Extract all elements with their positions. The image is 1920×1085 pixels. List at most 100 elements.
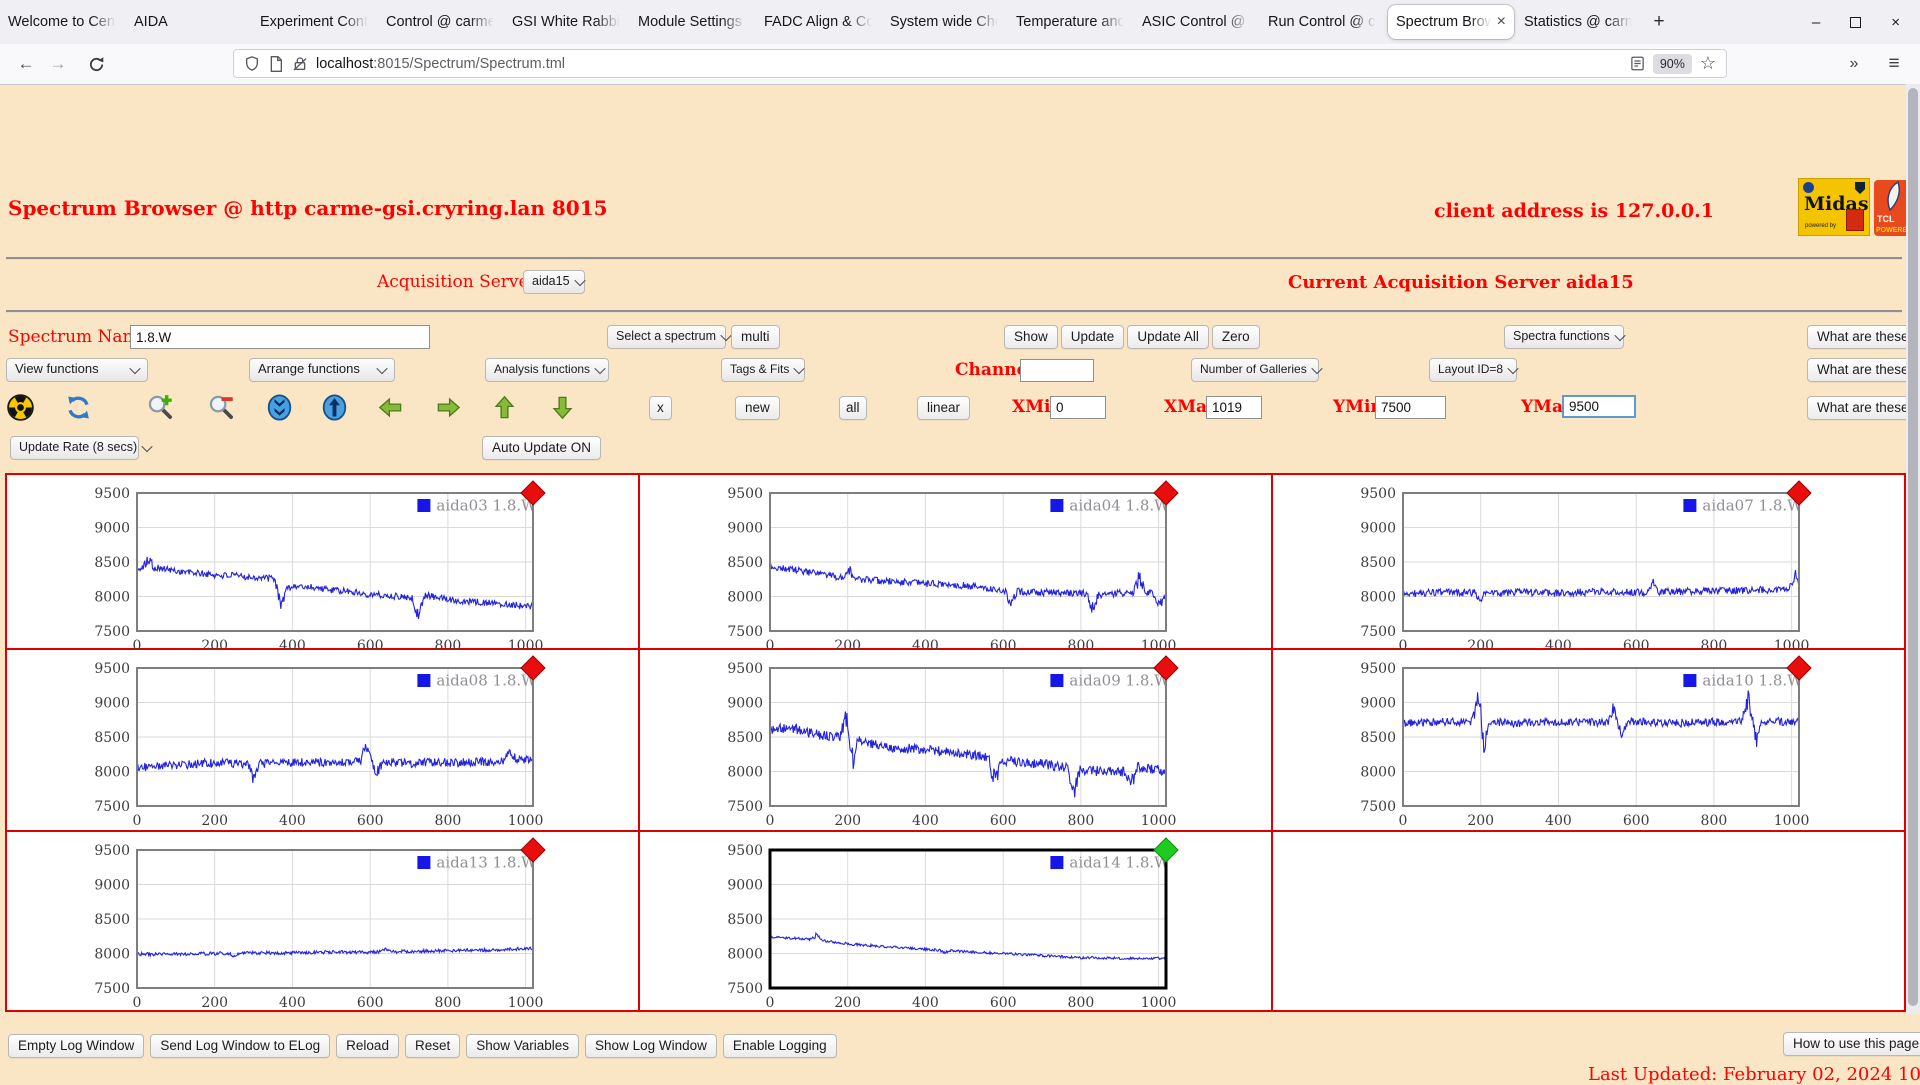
arrow-down-icon[interactable] (549, 394, 576, 421)
spectrum-chart-aida10[interactable]: 7500 8000 8500 9000 9500 0 200 400 600 800 1000 aid… (1339, 654, 1841, 832)
tab-close-icon[interactable]: × (1497, 14, 1506, 30)
forward-button[interactable]: → (44, 44, 72, 84)
scrollbar-thumb[interactable] (1908, 88, 1918, 1006)
zero-button[interactable]: Zero (1211, 325, 1260, 349)
empty-log-window-button[interactable]: Empty Log Window (8, 1034, 145, 1058)
radiation-icon[interactable] (7, 394, 34, 421)
spectrum-chart-aida04[interactable]: 7500 8000 8500 9000 9500 0 200 400 600 800 1000 aid… (706, 479, 1208, 657)
send-log-window-to-elog-button[interactable]: Send Log Window to ELog (150, 1034, 331, 1058)
gallery-cell-aida07[interactable]: 7500 8000 8500 9000 9500 0 200 400 600 800 1000 aid… (1272, 474, 1905, 654)
page-scrollbar[interactable] (1906, 84, 1920, 1014)
what-are-these-button-3[interactable]: What are these? (1807, 396, 1920, 420)
zoom-out-icon[interactable] (208, 394, 235, 421)
gallery-cell-aida09[interactable]: 7500 8000 8500 9000 9500 0 200 400 600 800 1000 aid… (639, 649, 1272, 831)
what-are-these-button-1[interactable]: What are these? (1807, 325, 1920, 349)
gallery-cell-aida10[interactable]: 7500 8000 8500 9000 9500 0 200 400 600 800 1000 aid… (1272, 649, 1905, 831)
ymax-input[interactable] (1562, 395, 1636, 418)
multi-button[interactable]: multi (731, 325, 780, 349)
spectrum-chart-aida13[interactable]: 7500 8000 8500 9000 9500 0 200 400 600 800 1000 aid… (73, 836, 575, 1014)
linear-button[interactable]: linear (917, 396, 971, 420)
back-button[interactable]: ← (12, 44, 40, 84)
bookmark-star-icon[interactable]: ☆ (1700, 53, 1716, 74)
tab-fadc-align-co[interactable]: FADC Align & Co (756, 0, 882, 44)
tab-module-settings[interactable]: Module Settings (630, 0, 756, 44)
show-variables-button[interactable]: Show Variables (466, 1034, 580, 1058)
spectrum-chart-aida09[interactable]: 7500 8000 8500 9000 9500 0 200 400 600 800 1000 aid… (706, 654, 1208, 832)
gallery-cell-aida13[interactable]: 7500 8000 8500 9000 9500 0 200 400 600 800 1000 aid… (6, 831, 639, 1011)
what-are-these-button-2[interactable]: What are these? (1807, 358, 1920, 382)
app-menu-button[interactable]: ≡ (1880, 44, 1908, 84)
refresh-icon[interactable] (65, 394, 92, 421)
window-minimize-button[interactable]: – (1812, 14, 1820, 31)
spectrum-chart-aida08[interactable]: 7500 8000 8500 9000 9500 0 200 400 600 800 1000 aid… (73, 654, 575, 832)
url-text[interactable]: localhost:8015/Spectrum/Spectrum.tml (316, 56, 565, 72)
window-maximize-button[interactable] (1850, 16, 1862, 28)
analysis-functions-dropdown[interactable]: Analysis functions (485, 358, 609, 382)
view-functions-dropdown[interactable]: View functions (6, 358, 148, 382)
gallery-cell-aida14[interactable]: 7500 8000 8500 9000 9500 0 200 400 600 800 1000 aid… (639, 831, 1272, 1011)
tab-label: Experiment Contr (260, 14, 370, 30)
overflow-menu-button[interactable]: » (1840, 44, 1868, 84)
reset-button[interactable]: Reset (404, 1034, 461, 1058)
enable-logging-button[interactable]: Enable Logging (722, 1034, 837, 1058)
gallery-cell-aida03[interactable]: 7500 8000 8500 9000 9500 0 200 400 600 800 1000 aid… (6, 474, 639, 654)
zoom-in-icon[interactable] (147, 394, 174, 421)
svg-text:8500: 8500 (727, 912, 763, 928)
arrow-up-icon[interactable] (491, 394, 518, 421)
select-spectrum-dropdown[interactable]: Select a spectrum (607, 325, 732, 349)
tab-temperature-and[interactable]: Temperature and (1008, 0, 1134, 44)
zoom-level-badge[interactable]: 90% (1652, 53, 1692, 74)
number-of-galleries-dropdown[interactable]: Number of Galleries (1191, 358, 1323, 382)
how-to-use-button[interactable]: How to use this page (1783, 1032, 1920, 1056)
shrink-y-icon[interactable] (266, 394, 293, 421)
spectrum-chart-aida03[interactable]: 7500 8000 8500 9000 9500 0 200 400 600 800 1000 aid… (73, 479, 575, 657)
midas-logo[interactable]: Midas powered by (1798, 178, 1870, 236)
tab-welcome-to-cent[interactable]: Welcome to Cent (0, 0, 126, 44)
reader-view-icon[interactable] (1630, 56, 1645, 71)
tab-system-wide-che[interactable]: System wide Che (882, 0, 1008, 44)
page-proxy-icon[interactable] (269, 55, 283, 72)
new-tab-button[interactable]: + (1642, 5, 1676, 39)
xmax-input[interactable] (1206, 396, 1262, 419)
layout-id-dropdown[interactable]: Layout ID=8 (1429, 358, 1519, 382)
x-axis-button[interactable]: x (649, 396, 672, 420)
tab-experiment-contr[interactable]: Experiment Contr (252, 0, 378, 44)
spectrum-chart-aida07[interactable]: 7500 8000 8500 9000 9500 0 200 400 600 800 1000 aid… (1339, 479, 1841, 657)
gallery-cell-aida04[interactable]: 7500 8000 8500 9000 9500 0 200 400 600 800 1000 aid… (639, 474, 1272, 654)
arrow-right-icon[interactable] (435, 394, 462, 421)
tab-statistics-carm[interactable]: Statistics @ carm (1516, 0, 1642, 44)
arrow-left-icon[interactable] (377, 394, 404, 421)
update-all-button[interactable]: Update All (1127, 325, 1209, 349)
tags-fits-dropdown[interactable]: Tags & Fits (721, 358, 806, 382)
tab-control-carme[interactable]: Control @ carme (378, 0, 504, 44)
all-button[interactable]: all (839, 396, 867, 420)
shield-icon[interactable] (244, 55, 260, 72)
new-button[interactable]: new (735, 396, 780, 420)
spectrum-name-input[interactable] (130, 325, 430, 349)
tab-spectrum-brow[interactable]: Spectrum Brow × (1388, 5, 1514, 39)
update-button[interactable]: Update (1060, 325, 1125, 349)
url-bar[interactable]: localhost:8015/Spectrum/Spectrum.tml 90%… (233, 49, 1727, 78)
reload-button[interactable] (82, 44, 110, 84)
ymin-input[interactable] (1375, 396, 1446, 419)
channel-input[interactable] (1020, 359, 1094, 382)
window-close-button[interactable]: × (1891, 14, 1900, 31)
tab-asic-control-c[interactable]: ASIC Control @ c (1134, 0, 1260, 44)
xmin-input[interactable] (1050, 396, 1106, 419)
spectrum-chart-aida14[interactable]: 7500 8000 8500 9000 9500 0 200 400 600 800 1000 aid… (706, 836, 1208, 1014)
connection-icon[interactable] (292, 56, 308, 72)
gallery-cell-aida08[interactable]: 7500 8000 8500 9000 9500 0 200 400 600 800 1000 aid… (6, 649, 639, 831)
update-rate-dropdown[interactable]: Update Rate (8 secs) (10, 436, 153, 460)
acquisition-server-select[interactable]: aida15 (523, 270, 586, 294)
expand-y-icon[interactable] (321, 394, 348, 421)
show-log-window-button[interactable]: Show Log Window (585, 1034, 717, 1058)
tags-fits-value: Tags & Fits (730, 361, 790, 376)
show-button[interactable]: Show (1004, 325, 1058, 349)
tab-run-control-ca[interactable]: Run Control @ ca (1260, 0, 1386, 44)
auto-update-button[interactable]: Auto Update ON (482, 436, 602, 460)
arrange-functions-dropdown[interactable]: Arrange functions (249, 358, 395, 382)
reload-button[interactable]: Reload (336, 1034, 399, 1058)
tab-aida[interactable]: AIDA (126, 0, 252, 44)
spectra-functions-dropdown[interactable]: Spectra functions (1504, 325, 1626, 349)
tab-gsi-white-rabbit[interactable]: GSI White Rabbit (504, 0, 630, 44)
